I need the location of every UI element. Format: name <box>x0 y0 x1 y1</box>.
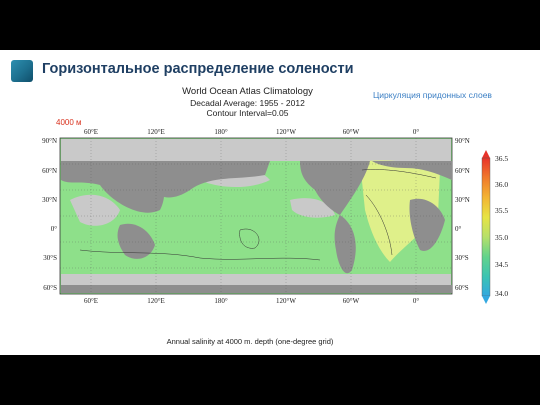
left-lat-label: 0° <box>51 225 58 233</box>
left-lat-label: 60°N <box>42 167 57 175</box>
bottom-lon-label: 120°W <box>276 297 296 305</box>
colorbar-tick: 34.0 <box>495 289 508 298</box>
right-lat-label: 30°S <box>455 254 469 262</box>
top-lon-label: 120°E <box>147 128 165 136</box>
right-lat-label: 0° <box>455 225 462 233</box>
bottom-lon-label: 0° <box>413 297 420 305</box>
right-lat-label: 60°S <box>455 284 469 292</box>
top-lon-label: 180° <box>214 128 228 136</box>
colorbar-tick: 35.5 <box>495 206 508 215</box>
top-lon-label: 0° <box>413 128 420 136</box>
bottom-lon-label: 120°E <box>147 297 165 305</box>
colorbar-bottom-arrow <box>482 296 490 304</box>
top-lon-label: 60°W <box>343 128 360 136</box>
salinity-map: 60°E 120°E 180° 120°W 60°W 0° 60°E 120°E… <box>42 128 508 305</box>
left-lat-label: 30°S <box>43 254 57 262</box>
map-caption: Annual salinity at 4000 m. depth (one-de… <box>166 337 334 346</box>
top-lon-label: 60°E <box>84 128 98 136</box>
colorbar: 36.5 36.0 35.5 35.0 34.5 34.0 <box>481 150 508 304</box>
bottom-lon-label: 180° <box>214 297 228 305</box>
colorbar-tick: 36.5 <box>495 154 508 163</box>
right-lat-label: 60°N <box>455 167 470 175</box>
colorbar-tick: 35.0 <box>495 233 508 242</box>
right-lat-label: 30°N <box>455 196 470 204</box>
bottom-lon-label: 60°W <box>343 297 360 305</box>
slide: Горизонтальное распределение солености W… <box>0 50 540 355</box>
bottom-lon-label: 60°E <box>84 297 98 305</box>
left-lat-label: 30°N <box>42 196 57 204</box>
colorbar-bar <box>481 157 491 297</box>
right-lat-label: 90°N <box>455 137 470 145</box>
colorbar-tick: 36.0 <box>495 180 508 189</box>
colorbar-top-arrow <box>482 150 490 158</box>
colorbar-tick: 34.5 <box>495 260 508 269</box>
top-lon-label: 120°W <box>276 128 296 136</box>
left-lat-label: 90°N <box>42 137 57 145</box>
left-lat-label: 60°S <box>43 284 57 292</box>
